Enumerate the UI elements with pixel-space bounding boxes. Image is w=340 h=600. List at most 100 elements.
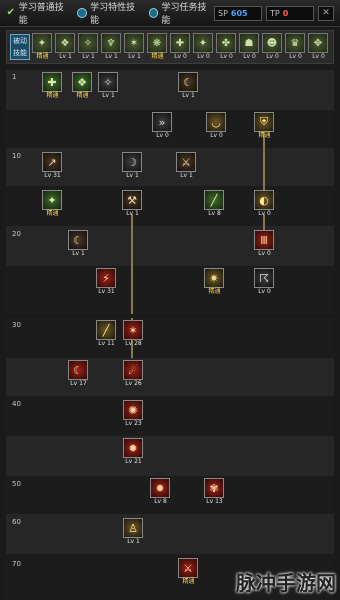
skill-icon: ╱ xyxy=(204,190,224,210)
skill-slot[interactable]: ☾ Lv 17 xyxy=(68,360,89,388)
radio-icon xyxy=(148,8,159,18)
skill-slot[interactable]: ╱ Lv 8 xyxy=(204,190,225,218)
skill-slot[interactable]: ⚒ Lv 1 xyxy=(122,190,143,218)
slot-level: Lv 0 xyxy=(197,53,210,60)
skill-slot[interactable]: ⛨ 精通 xyxy=(254,112,275,140)
sp-value: 605 xyxy=(230,8,248,18)
tab-trait-skills[interactable]: 学习特性技能 xyxy=(77,0,142,26)
skill-slot[interactable]: ❖ 精通 xyxy=(72,72,93,100)
tier-band xyxy=(6,226,334,266)
skill-icon: ♛ xyxy=(285,33,305,53)
skill-slot[interactable]: ☾ Lv 1 xyxy=(178,72,199,100)
slot-level: Lv 0 xyxy=(243,53,256,60)
quick-slot[interactable]: ✥ Lv 0 xyxy=(308,33,329,61)
skill-level: Lv 11 xyxy=(98,340,115,347)
level-marker: 70 xyxy=(12,560,21,568)
skill-slot[interactable]: ✾ Lv 13 xyxy=(204,478,225,506)
sp-counter: SP 605 xyxy=(214,5,262,21)
skill-level: Lv 1 xyxy=(127,538,140,545)
skill-level: Lv 0 xyxy=(156,132,169,139)
skill-icon: ☗ xyxy=(239,33,259,53)
skill-icon: ✸ xyxy=(150,478,170,498)
radio-icon xyxy=(77,8,88,18)
top-bar: ✔ 学习普通技能 学习特性技能 学习任务技能 SP 605 TP 0 ✕ xyxy=(0,0,340,27)
skill-icon: ⚔ xyxy=(176,152,196,172)
slot-level: Lv 1 xyxy=(82,53,95,60)
skill-slot[interactable]: ✹ Lv 21 xyxy=(123,438,144,466)
tier-band xyxy=(6,396,334,436)
tp-label: TP xyxy=(270,8,280,18)
skill-icon: ↗ xyxy=(42,152,62,172)
skill-slot[interactable]: ✷ 精通 xyxy=(204,268,225,296)
skill-level: Lv 31 xyxy=(44,172,61,179)
level-marker: 60 xyxy=(12,518,21,526)
skill-slot[interactable]: ✦ 精通 xyxy=(42,190,63,218)
skill-slot[interactable]: ☽ Lv 1 xyxy=(122,152,143,180)
tier-band xyxy=(6,266,334,314)
quick-slot[interactable]: ✦ 精通 xyxy=(32,33,53,61)
skill-slot[interactable]: ☄ Lv 26 xyxy=(123,360,144,388)
skill-slot[interactable]: ✺ Lv 23 xyxy=(123,400,144,428)
skill-level: Lv 1 xyxy=(72,250,85,257)
tier-band xyxy=(6,318,334,358)
skill-slot[interactable]: ✚ 精通 xyxy=(42,72,63,100)
skill-slot[interactable]: ✶ Lv 28 xyxy=(123,320,144,348)
skill-slot[interactable]: ◐ Lv 0 xyxy=(254,190,275,218)
skill-level: Lv 13 xyxy=(206,498,223,505)
quick-slot[interactable]: ✶ Lv 1 xyxy=(124,33,145,61)
skill-slot[interactable]: ✸ Lv 8 xyxy=(150,478,171,506)
quick-slot[interactable]: ✧ Lv 1 xyxy=(78,33,99,61)
skill-slot[interactable]: ⚡ Lv 31 xyxy=(96,268,117,296)
skill-icon: ⚔ xyxy=(178,558,198,578)
quick-slot[interactable]: ❋ 精通 xyxy=(147,33,168,61)
skill-icon: ☽ xyxy=(122,152,142,172)
skill-level: Lv 21 xyxy=(125,458,142,465)
quick-slot[interactable]: ❖ Lv 1 xyxy=(55,33,76,61)
skill-level: Lv 1 xyxy=(126,172,139,179)
quick-slot[interactable]: ✚ Lv 0 xyxy=(170,33,191,61)
skill-slot[interactable]: » Lv 0 xyxy=(152,112,173,140)
quick-slot[interactable]: ♛ Lv 0 xyxy=(285,33,306,61)
slot-level: 精通 xyxy=(36,53,49,60)
skill-level: Lv 0 xyxy=(258,288,271,295)
skill-slot[interactable]: ⚔ Lv 1 xyxy=(176,152,197,180)
skill-icon: ✦ xyxy=(42,190,62,210)
skill-slot[interactable]: ☈ Lv 0 xyxy=(254,268,275,296)
quick-slot[interactable]: ☗ Lv 0 xyxy=(239,33,260,61)
skill-slot[interactable]: ╱ Lv 11 xyxy=(96,320,117,348)
tab-normal-skills[interactable]: ✔ 学习普通技能 xyxy=(6,0,71,26)
skill-slot[interactable]: ♙ Lv 1 xyxy=(123,518,144,546)
skill-slot[interactable]: ↗ Lv 31 xyxy=(42,152,63,180)
skill-slot[interactable]: ☾ Lv 1 xyxy=(68,230,89,258)
level-marker: 10 xyxy=(12,152,21,160)
skill-slot[interactable]: ◡ Lv 0 xyxy=(206,112,227,140)
skill-level: Lv 8 xyxy=(154,498,167,505)
tp-value: 0 xyxy=(282,8,289,18)
skill-icon: » xyxy=(152,112,172,132)
skill-level: Lv 0 xyxy=(210,132,223,139)
quick-slot[interactable]: ☻ Lv 0 xyxy=(262,33,283,61)
close-icon[interactable]: ✕ xyxy=(318,5,334,21)
skill-level: Lv 28 xyxy=(125,340,142,347)
tier-band xyxy=(6,358,334,396)
quick-slot[interactable]: ♆ Lv 1 xyxy=(101,33,122,61)
tab-quest-skills[interactable]: 学习任务技能 xyxy=(148,0,214,26)
skill-level: 精通 xyxy=(76,92,89,99)
level-marker: 1 xyxy=(12,73,17,81)
skill-tree-upper: 1 10 20 ✚ 精通 ❖ 精通 ✧ Lv 1 ☾ Lv 1 » Lv 0 ◡ Lv 0 … xyxy=(6,70,334,314)
skill-slot[interactable]: Ⅲ Lv 0 xyxy=(254,230,275,258)
skill-icon: ╱ xyxy=(96,320,116,340)
skill-level: Lv 1 xyxy=(182,92,195,99)
passive-label: 被动技能 xyxy=(10,34,30,60)
skill-level: Lv 0 xyxy=(258,210,271,217)
tp-counter: TP 0 xyxy=(266,5,314,21)
slot-level: Lv 0 xyxy=(312,53,325,60)
skill-icon: ✥ xyxy=(308,33,328,53)
skill-icon: ✹ xyxy=(123,438,143,458)
quick-slot[interactable]: ✤ Lv 0 xyxy=(216,33,237,61)
tab-label: 学习任务技能 xyxy=(161,3,207,26)
skill-slot[interactable]: ⚔ 精通 xyxy=(178,558,199,586)
skill-level: Lv 17 xyxy=(70,380,87,387)
skill-slot[interactable]: ✧ Lv 1 xyxy=(98,72,119,100)
quick-slot[interactable]: ✦ Lv 0 xyxy=(193,33,214,61)
